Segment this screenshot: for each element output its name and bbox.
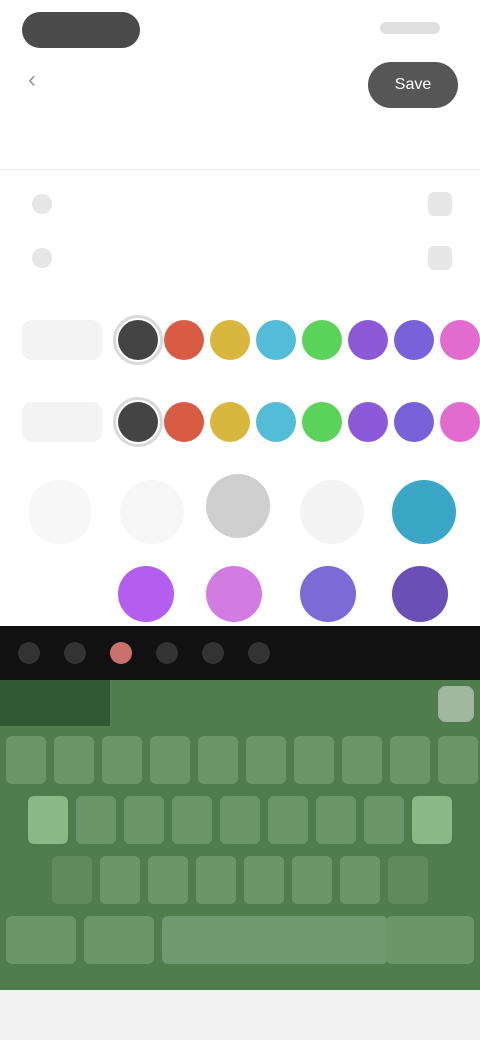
keyboard-key[interactable] (316, 796, 356, 844)
text-field-2[interactable] (78, 242, 418, 274)
toolbar-dot[interactable] (64, 642, 86, 664)
keyboard-key[interactable] (246, 736, 286, 784)
keyboard-key[interactable] (100, 856, 140, 904)
keyboard-key[interactable] (6, 916, 76, 964)
save-button[interactable]: Save (368, 62, 458, 108)
color-swatch[interactable] (210, 402, 250, 442)
toolbar-dot[interactable] (202, 642, 224, 664)
color-label-1 (22, 320, 102, 360)
tab-row (0, 118, 480, 272)
sticker-blob-3[interactable] (300, 566, 356, 622)
field-icon (32, 248, 52, 268)
toolbar-dot[interactable] (156, 642, 178, 664)
color-label-2 (22, 402, 102, 442)
keyboard-key[interactable] (340, 856, 380, 904)
keyboard-key[interactable] (438, 736, 478, 784)
sticker-circle-3[interactable] (206, 474, 270, 538)
keyboard-key[interactable] (388, 856, 428, 904)
color-swatch[interactable] (210, 320, 250, 360)
input-row-1 (0, 178, 480, 230)
back-icon[interactable]: ‹ (18, 66, 46, 94)
keyboard-key[interactable] (294, 736, 334, 784)
keyboard-key[interactable] (386, 916, 474, 964)
keyboard-key[interactable] (390, 736, 430, 784)
keyboard-key[interactable] (198, 736, 238, 784)
sticker-circle-5[interactable] (392, 480, 456, 544)
color-swatch[interactable] (440, 320, 480, 360)
keyboard-key[interactable] (124, 796, 164, 844)
color-swatch[interactable] (256, 320, 296, 360)
dark-toolbar (0, 626, 480, 680)
color-swatch[interactable] (302, 402, 342, 442)
keyboard-key[interactable] (162, 916, 388, 964)
color-swatch[interactable] (164, 402, 204, 442)
keyboard-key[interactable] (342, 736, 382, 784)
keyboard-key[interactable] (150, 736, 190, 784)
keyboard-top (0, 680, 480, 726)
keyboard-key[interactable] (196, 856, 236, 904)
clear-icon[interactable] (428, 246, 452, 270)
status-indicator (380, 22, 440, 34)
color-swatch[interactable] (394, 320, 434, 360)
status-pill (22, 12, 140, 48)
keyboard-key[interactable] (54, 736, 94, 784)
keyboard-key[interactable] (52, 856, 92, 904)
clear-icon[interactable] (428, 192, 452, 216)
keyboard-key[interactable] (172, 796, 212, 844)
keyboard-key[interactable] (268, 796, 308, 844)
keyboard-key[interactable] (28, 796, 68, 844)
keyboard-key[interactable] (412, 796, 452, 844)
color-swatch[interactable] (113, 397, 163, 447)
keyboard-key[interactable] (76, 796, 116, 844)
input-row-2 (0, 232, 480, 284)
keyboard-key[interactable] (148, 856, 188, 904)
color-swatch[interactable] (164, 320, 204, 360)
keyboard-key[interactable] (364, 796, 404, 844)
keyboard-key[interactable] (102, 736, 142, 784)
keyboard-key[interactable] (220, 796, 260, 844)
color-swatch[interactable] (256, 402, 296, 442)
sticker-circle-2[interactable] (120, 480, 184, 544)
color-swatch[interactable] (348, 402, 388, 442)
color-swatch[interactable] (348, 320, 388, 360)
sticker-blob-1[interactable] (118, 566, 174, 622)
keyboard-mode-tab[interactable] (0, 680, 110, 726)
keyboard-key[interactable] (292, 856, 332, 904)
field-icon (32, 194, 52, 214)
color-swatch[interactable] (440, 402, 480, 442)
sticker-circle-1[interactable] (28, 480, 92, 544)
keyboard-key[interactable] (6, 736, 46, 784)
sticker-blob-2[interactable] (206, 566, 262, 622)
keyboard-key[interactable] (244, 856, 284, 904)
text-field-1[interactable] (78, 188, 418, 220)
top-bar: ‹ Save (0, 0, 480, 118)
bottom-bar (0, 990, 480, 1040)
color-swatch[interactable] (302, 320, 342, 360)
sticker-blob-4[interactable] (392, 566, 448, 622)
keyboard-settings-button[interactable] (438, 686, 474, 722)
color-swatch[interactable] (394, 402, 434, 442)
toolbar-dot[interactable] (248, 642, 270, 664)
page-title (145, 74, 305, 94)
color-swatch[interactable] (113, 315, 163, 365)
sticker-circle-4[interactable] (300, 480, 364, 544)
toolbar-dot[interactable] (18, 642, 40, 664)
keyboard-key[interactable] (84, 916, 154, 964)
toolbar-dot[interactable] (110, 642, 132, 664)
keyboard (0, 680, 480, 990)
